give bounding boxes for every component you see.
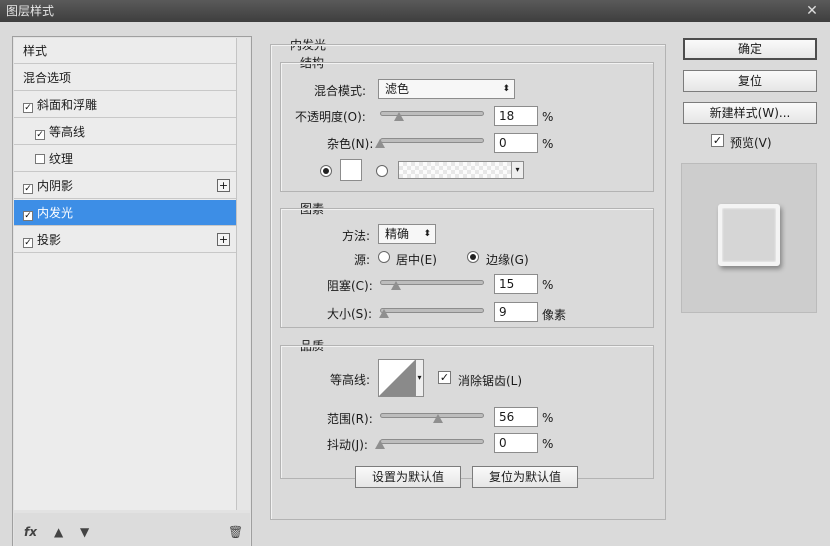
sidebar-item-inner-glow[interactable]: ✓ 内发光 — [14, 200, 236, 226]
layer-style-dialog: 样式 混合选项 ✓ 斜面和浮雕 ✓ 等高线 纹理 ✓ 内阴影 + ✓ 内发光 ✓ 投影 — [0, 22, 830, 546]
choke-slider-thumb[interactable] — [390, 281, 401, 290]
sidebar-item-label: 混合选项 — [23, 71, 72, 85]
contour-label: 等高线: — [330, 373, 371, 387]
reset-button[interactable]: 复位 — [683, 70, 817, 92]
gradient-picker[interactable]: ▾ — [398, 161, 524, 179]
range-slider-thumb[interactable] — [433, 414, 444, 423]
style-list-items: 样式 混合选项 ✓ 斜面和浮雕 ✓ 等高线 纹理 ✓ 内阴影 + ✓ 内发光 ✓ 投影 — [14, 38, 236, 510]
fx-icon[interactable]: fx — [24, 525, 37, 539]
gradient-radio[interactable] — [376, 165, 388, 177]
method-label: 方法: — [342, 229, 371, 243]
choke-label: 阻塞(C): — [327, 279, 373, 293]
opacity-slider-thumb[interactable] — [393, 112, 404, 121]
opacity-label: 不透明度(O): — [295, 110, 366, 124]
opacity-input[interactable]: 18 — [494, 106, 538, 126]
jitter-unit: % — [542, 437, 554, 451]
jitter-input[interactable]: 0 — [494, 433, 538, 453]
source-label: 源: — [354, 253, 371, 267]
blend-mode-value: 滤色 — [385, 82, 410, 96]
contour-dropdown-chevron-icon[interactable]: ▾ — [416, 359, 424, 397]
vertical-scrollbar[interactable] — [236, 38, 250, 510]
sidebar-item-contour[interactable]: ✓ 等高线 — [14, 119, 236, 145]
sidebar-item-drop-shadow[interactable]: ✓ 投影 + — [14, 227, 236, 253]
choke-unit: % — [542, 278, 554, 292]
checkbox[interactable]: ✓ — [23, 211, 33, 221]
contour-preview[interactable] — [378, 359, 416, 397]
method-value: 精确 — [385, 227, 410, 241]
move-down-icon[interactable]: ▼ — [80, 525, 89, 539]
make-default-button[interactable]: 设置为默认值 — [355, 466, 461, 488]
close-icon[interactable]: ✕ — [804, 0, 820, 22]
chevron-updown-icon: ⬍ — [423, 229, 431, 239]
source-edge-label: 边缘(G) — [486, 253, 529, 267]
sidebar-item-styles[interactable]: 样式 — [14, 38, 236, 64]
checkbox[interactable]: ✓ — [23, 103, 33, 113]
reset-default-button[interactable]: 复位为默认值 — [472, 466, 578, 488]
noise-label: 杂色(N): — [327, 137, 374, 151]
noise-slider[interactable] — [380, 138, 484, 143]
window-title: 图层样式 — [6, 4, 55, 18]
source-center-radio[interactable] — [378, 251, 390, 263]
add-effect-plus-icon[interactable]: + — [217, 233, 230, 246]
checkbox[interactable]: ✓ — [23, 238, 33, 248]
size-slider-thumb[interactable] — [379, 309, 390, 318]
blend-mode-select[interactable]: 滤色 ⬍ — [378, 79, 515, 99]
solid-color-radio[interactable] — [320, 165, 332, 177]
source-edge-radio[interactable] — [467, 251, 479, 263]
jitter-slider-thumb[interactable] — [375, 440, 385, 449]
glow-color-swatch[interactable] — [340, 159, 362, 181]
blend-mode-label: 混合模式: — [314, 84, 367, 98]
jitter-slider[interactable] — [380, 439, 484, 444]
sidebar-item-label: 内阴影 — [37, 179, 74, 193]
add-effect-plus-icon[interactable]: + — [217, 179, 230, 192]
noise-unit: % — [542, 137, 554, 151]
trash-icon[interactable]: 🗑 — [228, 525, 243, 539]
sidebar-item-label: 内发光 — [37, 206, 74, 220]
window-title-bar: 图层样式 ✕ — [0, 0, 830, 22]
sidebar-item-bevel-emboss[interactable]: ✓ 斜面和浮雕 — [14, 92, 236, 118]
range-input[interactable]: 56 — [494, 407, 538, 427]
sidebar-item-inner-shadow[interactable]: ✓ 内阴影 + — [14, 173, 236, 199]
range-slider[interactable] — [380, 413, 484, 418]
size-input[interactable]: 9 — [494, 302, 538, 322]
antialias-checkbox[interactable]: ✓ — [438, 371, 451, 384]
range-label: 范围(R): — [327, 412, 373, 426]
sidebar-item-texture[interactable]: 纹理 — [14, 146, 236, 172]
opacity-unit: % — [542, 110, 554, 124]
antialias-label: 消除锯齿(L) — [458, 374, 523, 388]
choke-input[interactable]: 15 — [494, 274, 538, 294]
size-slider[interactable] — [380, 308, 484, 313]
method-select[interactable]: 精确 ⬍ — [378, 224, 436, 244]
new-style-button[interactable]: 新建样式(W)... — [683, 102, 817, 124]
source-center-label: 居中(E) — [396, 253, 437, 267]
preview-checkbox[interactable]: ✓ — [711, 134, 724, 147]
style-list: 样式 混合选项 ✓ 斜面和浮雕 ✓ 等高线 纹理 ✓ 内阴影 + ✓ 内发光 ✓ 投影 — [12, 36, 252, 546]
range-unit: % — [542, 411, 554, 425]
checkbox[interactable]: ✓ — [35, 130, 45, 140]
checkbox[interactable]: ✓ — [23, 184, 33, 194]
preview-area — [681, 163, 817, 313]
sidebar-item-label: 斜面和浮雕 — [37, 98, 98, 112]
checkbox[interactable] — [35, 154, 45, 164]
jitter-label: 抖动(J): — [327, 438, 368, 452]
size-unit: 像素 — [542, 308, 567, 322]
sidebar-item-blending-options[interactable]: 混合选项 — [14, 65, 236, 91]
move-up-icon[interactable]: ▲ — [54, 525, 63, 539]
chevron-updown-icon: ⬍ — [502, 84, 510, 94]
preview-thumbnail — [718, 204, 780, 266]
ok-button[interactable]: 确定 — [683, 38, 817, 60]
preview-label: 预览(V) — [730, 136, 772, 150]
sidebar-item-label: 纹理 — [49, 152, 74, 166]
sidebar-item-label: 样式 — [23, 44, 48, 58]
noise-input[interactable]: 0 — [494, 133, 538, 153]
sidebar-item-label: 投影 — [37, 233, 62, 247]
sidebar-item-label: 等高线 — [49, 125, 86, 139]
noise-slider-thumb[interactable] — [375, 139, 385, 148]
contour-curve-icon — [379, 360, 415, 396]
chevron-down-icon[interactable]: ▾ — [511, 162, 523, 178]
style-list-footer: fx ▲ ▼ 🗑 — [14, 513, 250, 546]
size-label: 大小(S): — [327, 307, 373, 321]
